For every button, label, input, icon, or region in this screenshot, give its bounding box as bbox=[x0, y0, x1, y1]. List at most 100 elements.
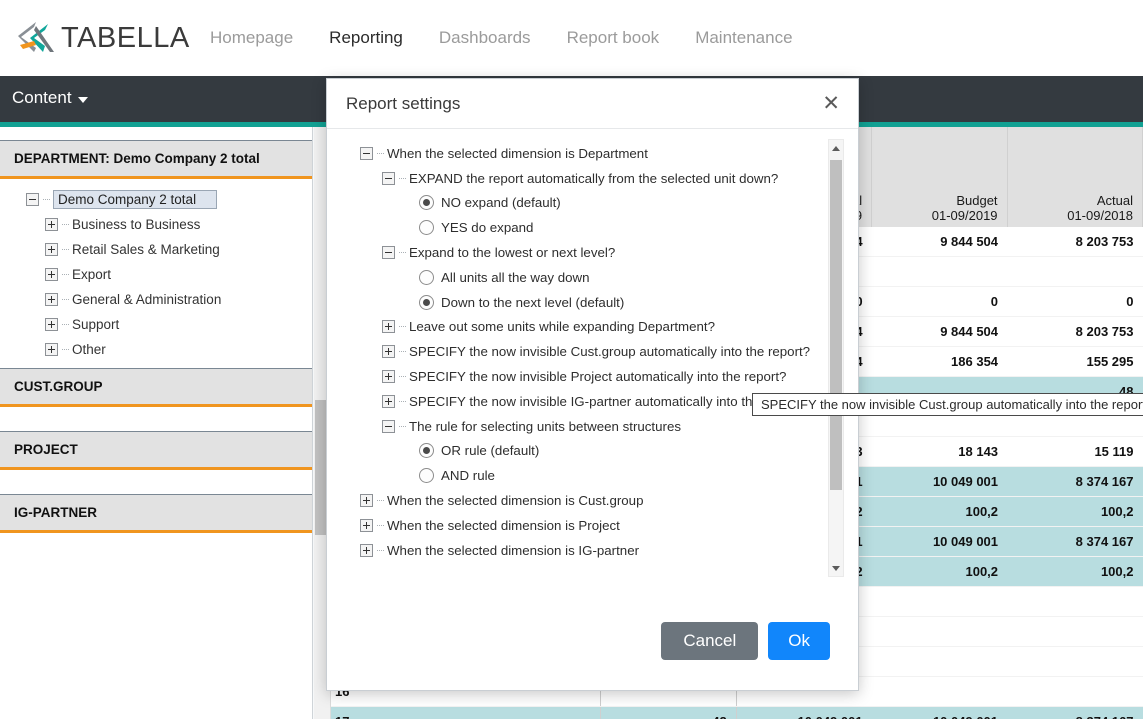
sidebar-tree-item[interactable]: General & Administration bbox=[0, 287, 312, 312]
settings-tree-node[interactable]: SPECIFY the now invisible Project automa… bbox=[347, 364, 818, 389]
sidebar-tree-item[interactable]: Export bbox=[0, 262, 312, 287]
expand-toggle-icon[interactable] bbox=[360, 518, 373, 532]
tree-connector bbox=[377, 524, 384, 526]
table-cell: 10 049 001 bbox=[871, 706, 1008, 719]
table-cell: 155 295 bbox=[1007, 346, 1143, 377]
table-cell: 100,2 bbox=[871, 496, 1008, 527]
expand-toggle-icon[interactable] bbox=[45, 318, 58, 331]
expand-toggle-icon[interactable] bbox=[45, 218, 58, 231]
radio-button-noexpand[interactable] bbox=[419, 195, 434, 211]
settings-tree-node[interactable]: SPECIFY the now invisible Cust.group aut… bbox=[347, 339, 818, 364]
sidebar-tree-item[interactable]: Other bbox=[0, 337, 312, 362]
brand-logo[interactable]: TABELLA bbox=[14, 18, 189, 58]
collapse-toggle-icon[interactable] bbox=[382, 246, 395, 260]
sidebar-tree-item-label: Retail Sales & Marketing bbox=[72, 242, 220, 257]
cancel-button[interactable]: Cancel bbox=[661, 622, 759, 660]
triangle-up-icon bbox=[832, 145, 840, 151]
expand-toggle-icon[interactable] bbox=[382, 345, 395, 359]
radio-button-allunits[interactable] bbox=[419, 269, 434, 285]
sidebar-tree-item[interactable]: Demo Company 2 total bbox=[0, 187, 312, 212]
settings-item-label: When the selected dimension is Project bbox=[387, 517, 620, 533]
settings-item-label: When the selected dimension is Departmen… bbox=[387, 145, 648, 161]
cust-group-panel-header[interactable]: CUST.GROUP bbox=[0, 368, 312, 407]
expand-toggle-icon[interactable] bbox=[360, 494, 373, 508]
settings-item-label: SPECIFY the now invisible Project automa… bbox=[409, 369, 787, 385]
department-panel-header[interactable]: DEPARTMENT: Demo Company 2 total bbox=[0, 140, 312, 179]
sidebar-tree-item[interactable]: Support bbox=[0, 312, 312, 337]
expand-toggle-icon[interactable] bbox=[45, 293, 58, 306]
settings-item-label: Leave out some units while expanding Dep… bbox=[409, 319, 716, 335]
ig-partner-panel-header[interactable]: IG-PARTNER bbox=[0, 494, 312, 533]
settings-radio-row[interactable]: AND rule bbox=[347, 463, 818, 488]
nav-link-dashboards[interactable]: Dashboards bbox=[439, 28, 531, 48]
settings-tree-node[interactable]: EXPAND the report automatically from the… bbox=[347, 166, 818, 191]
tree-connector bbox=[399, 252, 406, 254]
settings-radio-row[interactable]: All units all the way down bbox=[347, 265, 818, 290]
table-cell: 9 844 504 bbox=[871, 227, 1008, 257]
settings-tree-node[interactable]: When the selected dimension is Departmen… bbox=[347, 141, 818, 166]
tree-connector bbox=[62, 349, 69, 350]
dialog-body: When the selected dimension is Departmen… bbox=[327, 129, 858, 592]
scroll-down-arrow-icon[interactable] bbox=[829, 560, 843, 576]
radio-button-orrule[interactable] bbox=[419, 443, 434, 459]
settings-tree-node[interactable]: The rule for selecting units between str… bbox=[347, 414, 818, 439]
nav-link-maintenance[interactable]: Maintenance bbox=[695, 28, 792, 48]
settings-tree-node[interactable]: When the selected dimension is IG-partne… bbox=[347, 538, 818, 563]
settings-radio-row[interactable]: YES do expand bbox=[347, 215, 818, 240]
sidebar-tree-item-label: Demo Company 2 total bbox=[53, 190, 218, 209]
settings-tree-node[interactable]: Leave out some units while expanding Dep… bbox=[347, 315, 818, 340]
radio-button-andrule[interactable] bbox=[419, 468, 434, 484]
expand-toggle-icon[interactable] bbox=[45, 268, 58, 281]
sidebar-tree-item-label: Export bbox=[72, 267, 112, 282]
collapse-toggle-icon[interactable] bbox=[26, 193, 39, 206]
tree-connector bbox=[62, 299, 69, 300]
scroll-up-arrow-icon[interactable] bbox=[829, 140, 843, 156]
settings-radio-row[interactable]: Down to the next level (default) bbox=[347, 290, 818, 315]
nav-link-homepage[interactable]: Homepage bbox=[210, 28, 293, 48]
top-navigation-bar: TABELLA Homepage Reporting Dashboards Re… bbox=[0, 0, 1143, 76]
sidebar-tree-item[interactable]: Retail Sales & Marketing bbox=[0, 237, 312, 262]
settings-tree-node[interactable]: When the selected dimension is Cust.grou… bbox=[347, 488, 818, 513]
dialog-scrollbar-thumb[interactable] bbox=[830, 160, 842, 490]
chevron-down-icon bbox=[77, 96, 88, 103]
settings-item-label: Down to the next level (default) bbox=[441, 294, 625, 310]
table-cell: 100,2 bbox=[1007, 496, 1143, 527]
radio-button-yesexpand[interactable] bbox=[419, 220, 434, 236]
table-cell bbox=[871, 676, 1008, 707]
collapse-toggle-icon[interactable] bbox=[382, 171, 395, 185]
tree-connector bbox=[399, 326, 406, 328]
nav-link-report-book[interactable]: Report book bbox=[567, 28, 660, 48]
close-icon[interactable]: ✕ bbox=[822, 93, 840, 114]
content-dropdown-button[interactable]: Content bbox=[12, 88, 88, 108]
settings-tree-node[interactable]: SPECIFY the now invisible IG-partner aut… bbox=[347, 389, 818, 414]
tree-connector bbox=[62, 274, 69, 275]
tree-connector bbox=[377, 152, 384, 154]
nav-link-reporting[interactable]: Reporting bbox=[329, 28, 403, 48]
settings-radio-row[interactable]: NO expand (default) bbox=[347, 191, 818, 216]
dialog-title: Report settings bbox=[346, 93, 461, 113]
settings-item-label: Expand to the lowest or next level? bbox=[409, 245, 616, 261]
dialog-vertical-scrollbar[interactable] bbox=[828, 139, 844, 577]
expand-toggle-icon[interactable] bbox=[382, 370, 395, 384]
tree-connector bbox=[43, 199, 50, 200]
expand-toggle-icon[interactable] bbox=[382, 394, 395, 408]
settings-tree-node[interactable]: Expand to the lowest or next level? bbox=[347, 240, 818, 265]
table-cell: 8 374 167 bbox=[1007, 526, 1143, 557]
collapse-toggle-icon[interactable] bbox=[360, 146, 373, 160]
table-cell: 186 354 bbox=[871, 346, 1008, 377]
sidebar-tree-item[interactable]: Business to Business bbox=[0, 212, 312, 237]
radio-button-nextlevel[interactable] bbox=[419, 294, 434, 310]
expand-toggle-icon[interactable] bbox=[360, 543, 373, 557]
project-panel-header[interactable]: PROJECT bbox=[0, 431, 312, 470]
expand-toggle-icon[interactable] bbox=[382, 320, 395, 334]
settings-item-label: EXPAND the report automatically from the… bbox=[409, 170, 779, 186]
tree-connector bbox=[399, 351, 406, 353]
table-cell: 18 143 bbox=[871, 436, 1008, 467]
ok-button[interactable]: Ok bbox=[768, 622, 830, 660]
expand-toggle-icon[interactable] bbox=[45, 343, 58, 356]
sidebar-tree-item-label: Other bbox=[72, 342, 106, 357]
collapse-toggle-icon[interactable] bbox=[382, 419, 395, 433]
expand-toggle-icon[interactable] bbox=[45, 243, 58, 256]
settings-radio-row[interactable]: OR rule (default) bbox=[347, 439, 818, 464]
settings-tree-node[interactable]: When the selected dimension is Project bbox=[347, 513, 818, 538]
